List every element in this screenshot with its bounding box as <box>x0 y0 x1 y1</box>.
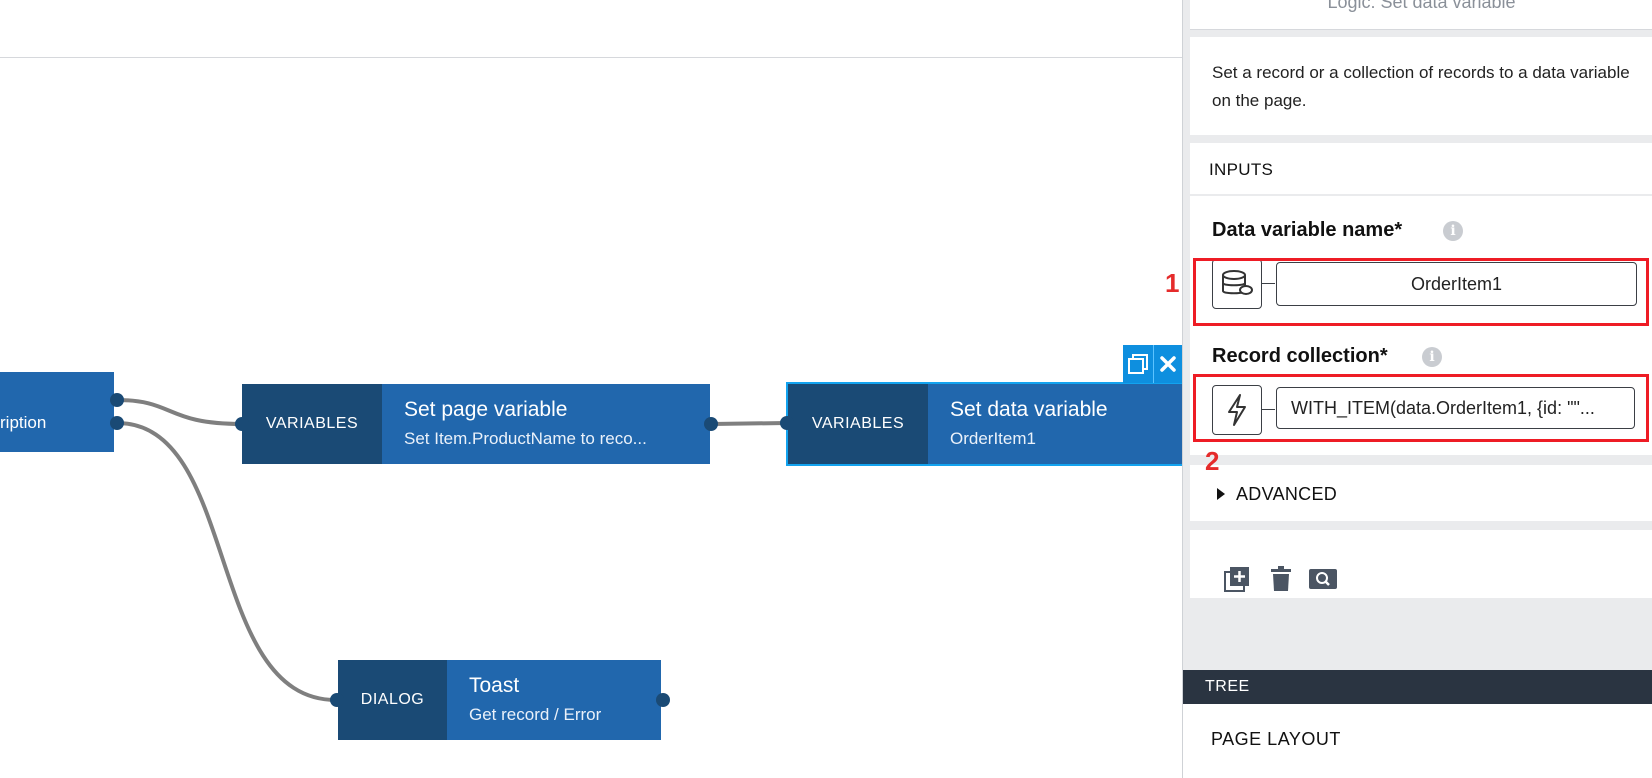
flow-node-toast[interactable]: DIALOG Toast Get record / Error <box>338 660 661 740</box>
wire-to-page-variable <box>116 398 243 426</box>
flow-node-set-page-variable[interactable]: VARIABLES Set page variable Set Item.Pro… <box>242 384 710 464</box>
trash-icon[interactable] <box>1267 565 1295 593</box>
annotation-label-1: 1 <box>1165 268 1180 298</box>
search-icon[interactable] <box>1309 565 1337 593</box>
node-category: VARIABLES <box>788 384 928 464</box>
info-icon[interactable]: i <box>1422 347 1442 367</box>
annotation-label-2: 2 <box>1205 446 1220 476</box>
page-layout-label: PAGE LAYOUT <box>1211 729 1341 749</box>
flow-node-partial[interactable]: ription <box>0 372 114 452</box>
wire-to-data-variable <box>711 421 787 426</box>
add-icon[interactable] <box>1223 565 1251 593</box>
tree-label: TREE <box>1205 678 1250 695</box>
page-layout-item[interactable]: PAGE LAYOUT <box>1183 704 1652 778</box>
node-subtitle: OrderItem1 <box>950 429 1036 448</box>
panel-title: Logic: Set data variable <box>1327 0 1516 12</box>
node-title: Set page variable <box>404 398 568 421</box>
inputs-header: INPUTS <box>1190 143 1652 194</box>
component-description: Set a record or a collection of records … <box>1212 63 1630 110</box>
data-variable-name-label: Data variable name* <box>1212 219 1403 241</box>
annotation-box-2 <box>1193 374 1649 442</box>
actions-card <box>1190 530 1652 598</box>
flow-canvas[interactable]: ription VARIABLES Set page variable Set … <box>0 0 1182 778</box>
port-partial-out-2[interactable] <box>110 416 124 430</box>
node-title: Toast <box>469 674 520 697</box>
inputs-label: INPUTS <box>1209 160 1274 179</box>
port-page-variable-out[interactable] <box>704 417 718 431</box>
node-category: VARIABLES <box>242 384 382 464</box>
port-page-variable-in[interactable] <box>235 417 249 431</box>
panel-header: Logic: Set data variable <box>1190 0 1652 30</box>
caret-right-icon <box>1217 488 1225 500</box>
node-category: DIALOG <box>338 660 447 740</box>
node-subtitle: Set Item.ProductName to reco... <box>404 429 647 448</box>
node-title: Set data variable <box>950 398 1108 421</box>
annotation-box-1 <box>1193 258 1649 326</box>
flow-node-set-data-variable[interactable]: VARIABLES Set data variable OrderItem1 <box>788 384 1182 464</box>
advanced-section[interactable]: ADVANCED <box>1190 465 1652 521</box>
port-data-variable-in[interactable] <box>780 416 794 430</box>
port-toast-in[interactable] <box>330 693 344 707</box>
copy-icon[interactable] <box>1123 345 1154 383</box>
advanced-label: ADVANCED <box>1236 484 1338 504</box>
wire-to-toast <box>116 421 337 702</box>
record-collection-label: Record collection* <box>1212 345 1388 367</box>
port-toast-out[interactable] <box>656 693 670 707</box>
description-card: Set a record or a collection of records … <box>1190 37 1652 135</box>
tree-bar[interactable]: TREE <box>1183 670 1652 704</box>
port-partial-out-1[interactable] <box>110 393 124 407</box>
node-partial-label: ription <box>0 413 47 432</box>
info-icon[interactable]: i <box>1443 221 1463 241</box>
node-toolbar <box>1123 345 1182 383</box>
close-icon[interactable] <box>1154 345 1183 383</box>
node-subtitle: Get record / Error <box>469 705 602 724</box>
